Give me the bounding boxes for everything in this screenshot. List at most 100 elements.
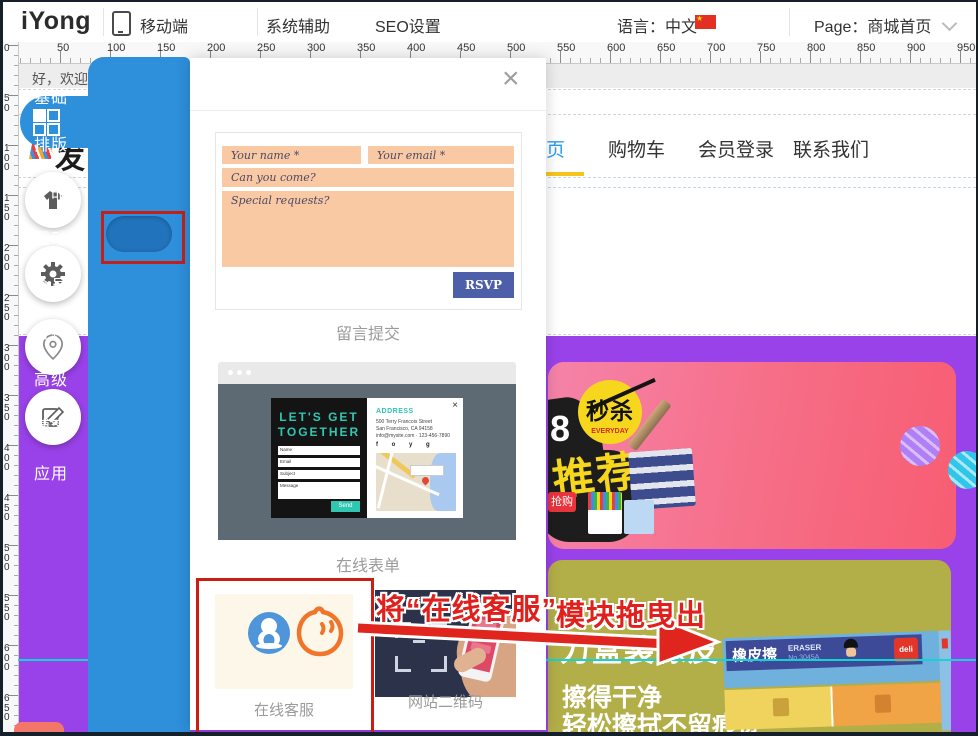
ruler-label: 300 <box>307 42 325 54</box>
annotation-text-1: 将“在线客服” <box>376 586 557 628</box>
pen-pack-image <box>624 500 654 534</box>
browser-bar <box>218 362 516 384</box>
ruler-label: 550 <box>557 42 575 54</box>
ruler-label: 650 <box>657 42 675 54</box>
soldier-cartoon <box>846 648 856 657</box>
soldier-cartoon <box>844 639 858 648</box>
popup-heading2: TOGETHER <box>271 425 367 439</box>
ruler-label: 350 <box>357 42 375 54</box>
mobile-view-button[interactable]: 移动端 <box>140 13 188 37</box>
site-nav-home[interactable]: 页 <box>546 135 565 162</box>
ruler-label: 400 <box>407 42 425 54</box>
china-flag-icon: ★ <box>695 15 716 29</box>
email-field-preview: Your email * <box>368 146 514 164</box>
name-field-preview: Your name * <box>222 146 361 164</box>
module-preview-message[interactable]: Your name * Your email * Can you come? S… <box>215 132 522 310</box>
eraser-box-orange <box>832 683 941 727</box>
decor-ball <box>900 426 940 466</box>
sidebar-item-blog[interactable]: 博客 <box>0 413 102 437</box>
app-logo: iYong <box>21 7 91 36</box>
sidebar-item-order[interactable]: 订购 <box>0 319 102 343</box>
module-preview-form[interactable]: LET'S GET TOGETHER Name Email Subject Me… <box>218 362 516 540</box>
ruler-label: 850 <box>857 42 875 54</box>
sidebar-item-member[interactable]: 会员 <box>0 272 102 296</box>
caption-site-qrcode: 网站二维码 <box>375 691 516 712</box>
come-field-preview: Can you come? <box>222 168 514 187</box>
eraser-label-zh: 橡皮擦 <box>732 643 778 666</box>
window-border <box>0 0 3 736</box>
site-nav-contact[interactable]: 联系我们 <box>793 135 869 162</box>
editor-window: 好，欢迎来 发 页 购物车 会员登录 联系我们 8 秒杀 EVERYDAY 推荐… <box>0 0 978 736</box>
ruler-label: 100 <box>107 42 125 54</box>
ruler-label: 0 <box>4 44 14 54</box>
form-popup-right: × ADDRESS 500 Terry Francois Street San … <box>367 398 463 518</box>
eraser-product-image: 橡皮擦 ERASER No.3045A deli <box>722 614 951 732</box>
sidebar-item-interact[interactable]: 互动 <box>0 225 102 249</box>
sidebar-item-apps[interactable]: 应用 <box>0 460 102 484</box>
ruler-label: 800 <box>807 42 825 54</box>
popup-send-button: Send <box>331 501 360 512</box>
toolbar-divider <box>789 8 790 36</box>
pen-pack-image <box>588 492 622 534</box>
map-preview <box>376 453 456 511</box>
modules-panel-header: × <box>190 58 546 111</box>
ruler-label: 150 <box>157 42 175 54</box>
map-pin-icon <box>421 476 431 486</box>
popup-field-name: Name <box>278 446 360 455</box>
ruler-label: 250 <box>257 42 275 54</box>
site-nav-login[interactable]: 会员登录 <box>698 135 774 162</box>
ruler-label: 500 <box>507 42 525 54</box>
badge-subtext: EVERYDAY <box>578 428 642 435</box>
chevron-down-icon[interactable] <box>942 16 958 32</box>
popup-field-email: Email <box>278 458 360 467</box>
banner-number: 8 <box>550 408 570 450</box>
popup-address-line: San Francisco, CA 94158 <box>376 426 433 432</box>
ruler-label: 50 <box>57 42 69 54</box>
eraser-box-label: 橡皮擦 ERASER No.3045A deli <box>726 634 923 671</box>
sidebar-item-basic[interactable]: 基础 <box>0 84 102 108</box>
page-selector[interactable]: Page：商城首页 <box>814 13 931 37</box>
popup-heading1: LET'S GET <box>271 410 367 424</box>
ruler-label: 550 <box>4 594 14 623</box>
caption-online-form: 在线表单 <box>190 552 546 576</box>
sidebar-item-layout[interactable]: 排版 <box>0 131 102 155</box>
seo-settings-button[interactable]: SEO设置 <box>375 13 441 37</box>
ruler-label: 950 <box>957 42 975 54</box>
close-icon[interactable]: × <box>502 64 520 94</box>
annotation-box-interact <box>101 211 185 264</box>
eraser-box-yellow <box>724 686 833 730</box>
popup-field-message: Message <box>278 482 360 499</box>
toolbar-divider <box>257 8 258 36</box>
toolbar-divider <box>103 8 104 36</box>
sidebar-item-advanced[interactable]: 高级 <box>0 366 102 390</box>
system-assist-button[interactable]: 系统辅助 <box>266 13 330 37</box>
popup-address-line: info@mysite.com · 123-456-7890 <box>376 433 450 439</box>
ruler-label: 600 <box>4 644 14 673</box>
sidebar-item-product[interactable]: 产品 <box>0 178 102 202</box>
mobile-icon <box>112 11 131 36</box>
ruler-label: 750 <box>757 42 775 54</box>
ruler-label: 500 <box>4 544 14 573</box>
site-nav-cart[interactable]: 购物车 <box>608 135 665 162</box>
ruler-label: 200 <box>207 42 225 54</box>
form-popup-left: LET'S GET TOGETHER Name Email Subject Me… <box>271 398 367 518</box>
window-border <box>0 0 978 2</box>
popup-address-title: ADDRESS <box>376 408 414 415</box>
language-selector[interactable]: 语言：中文 <box>617 13 697 37</box>
top-toolbar: iYong 移动端 系统辅助 SEO设置 语言：中文 ★ Page：商城首页 <box>3 2 976 42</box>
ruler-label: 450 <box>457 42 475 54</box>
ruler-label: 900 <box>907 42 925 54</box>
rsvp-button-preview: RSVP <box>453 272 514 298</box>
eraser-label-en: ERASER <box>788 643 822 653</box>
ruler-label: 700 <box>707 42 725 54</box>
popup-field-subject: Subject <box>278 470 360 479</box>
ruler-label: 600 <box>607 42 625 54</box>
window-border <box>0 732 978 736</box>
flash-sale-banner: 8 秒杀 EVERYDAY 推荐 抢购 <box>548 362 956 549</box>
requests-field-preview: Special requests? <box>222 191 514 267</box>
ruler-label: 650 <box>4 694 14 723</box>
browser-body: LET'S GET TOGETHER Name Email Subject Me… <box>218 384 516 540</box>
form-popup-preview: LET'S GET TOGETHER Name Email Subject Me… <box>271 398 463 518</box>
module-category-sidebar <box>88 57 190 732</box>
annotation-text-2: 模块拖曳出 <box>556 592 706 634</box>
